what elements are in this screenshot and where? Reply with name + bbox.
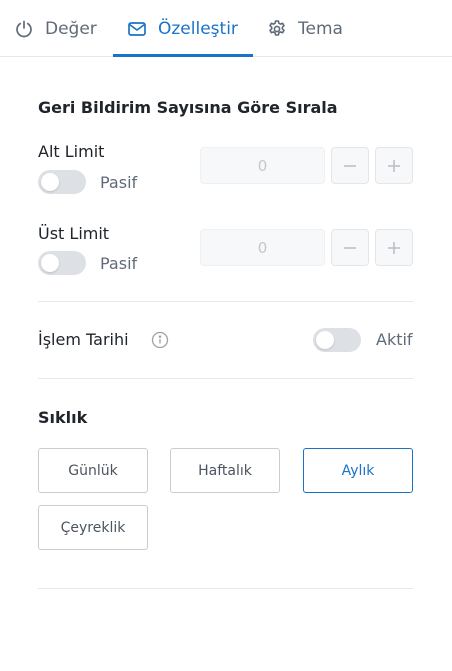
option-label: Aylık [341, 462, 375, 479]
plus-icon [388, 159, 400, 172]
minus-icon [344, 246, 356, 249]
upper-limit-toggle[interactable] [38, 251, 86, 275]
divider [38, 588, 413, 589]
upper-limit-status: Pasif [100, 254, 138, 273]
divider [38, 301, 413, 302]
frequency-title: Sıklık [38, 408, 88, 427]
lower-limit-input[interactable] [200, 147, 325, 184]
divider [38, 378, 413, 379]
lower-limit-label: Alt Limit [38, 142, 105, 161]
upper-limit-increment-button[interactable] [375, 229, 413, 266]
plus-icon [388, 241, 400, 254]
toggle-knob [316, 331, 334, 349]
frequency-option-weekly[interactable]: Haftalık [170, 448, 280, 493]
transaction-date-status: Aktif [376, 330, 413, 349]
frequency-option-monthly[interactable]: Aylık [303, 448, 413, 493]
mail-icon [127, 19, 147, 39]
tab-deger[interactable]: Değer [14, 0, 97, 57]
transaction-date-label: İşlem Tarihi [38, 330, 129, 349]
tab-ozellestir[interactable]: Özelleştir [127, 0, 238, 57]
frequency-option-daily[interactable]: Günlük [38, 448, 148, 493]
toggle-knob [41, 254, 59, 272]
info-icon[interactable] [151, 331, 169, 349]
upper-limit-decrement-button[interactable] [331, 229, 369, 266]
toggle-knob [41, 173, 59, 191]
tab-tema[interactable]: Tema [267, 0, 343, 57]
gear-icon [267, 19, 287, 39]
active-tab-indicator [113, 54, 253, 57]
tab-bar: Değer Özelleştir Tema [0, 0, 452, 57]
power-icon [14, 19, 34, 39]
option-label: Günlük [68, 462, 118, 479]
sort-section-title: Geri Bildirim Sayısına Göre Sırala [38, 98, 338, 117]
lower-limit-status: Pasif [100, 173, 138, 192]
option-label: Çeyreklik [60, 519, 126, 536]
lower-limit-increment-button[interactable] [375, 147, 413, 184]
lower-limit-decrement-button[interactable] [331, 147, 369, 184]
tab-label: Değer [45, 18, 97, 39]
lower-limit-toggle[interactable] [38, 170, 86, 194]
minus-icon [344, 164, 356, 167]
frequency-option-quarterly[interactable]: Çeyreklik [38, 505, 148, 550]
tab-label: Özelleştir [158, 18, 238, 39]
upper-limit-label: Üst Limit [38, 224, 110, 243]
upper-limit-input[interactable] [200, 229, 325, 266]
tab-label: Tema [298, 18, 343, 39]
transaction-date-toggle[interactable] [313, 328, 361, 352]
option-label: Haftalık [198, 462, 252, 479]
